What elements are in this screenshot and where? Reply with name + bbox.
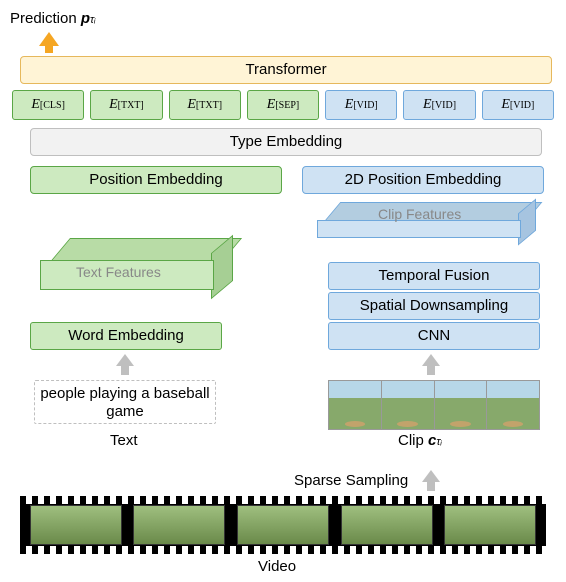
- clip-frame: [329, 381, 382, 429]
- clip-frame: [487, 381, 539, 429]
- diagram-root: Prediction pτᵢ Transformer E[CLS]E[TXT]E…: [10, 10, 556, 572]
- token-vid: E[VID]: [482, 90, 554, 120]
- clip-features-block: Clip Features: [320, 202, 540, 252]
- prediction-subscript: τᵢ: [90, 14, 95, 26]
- arrow-up-icon: [422, 470, 440, 482]
- token-txt: E[TXT]: [169, 90, 241, 120]
- token-sep: E[SEP]: [247, 90, 319, 120]
- film-frame: [237, 505, 329, 545]
- text-features-label: Text Features: [76, 264, 161, 280]
- arrow-up-icon: [116, 354, 134, 366]
- cnn-block: CNN: [328, 322, 540, 350]
- video-filmstrip: [20, 496, 546, 554]
- token-vid: E[VID]: [325, 90, 397, 120]
- temporal-fusion-block: Temporal Fusion: [328, 262, 540, 290]
- transformer-block: Transformer: [20, 56, 552, 84]
- clip-features-label: Clip Features: [378, 206, 461, 222]
- prediction-label: Prediction pτᵢ: [10, 10, 96, 27]
- prediction-label-prefix: Prediction: [10, 10, 81, 27]
- token-vid: E[VID]: [403, 90, 475, 120]
- type-embedding-block: Type Embedding: [30, 128, 542, 156]
- word-embedding-block: Word Embedding: [30, 322, 222, 350]
- film-frame: [341, 505, 433, 545]
- clip-label-prefix: Clip: [398, 432, 428, 449]
- spatial-downsampling-block: Spatial Downsampling: [328, 292, 540, 320]
- clip-subscript: τᵢ: [436, 436, 441, 448]
- film-frame: [133, 505, 225, 545]
- arrow-up-icon: [422, 354, 440, 366]
- clip-frames-row: [328, 380, 540, 430]
- text-features-block: Text Features: [40, 238, 250, 298]
- token-row: E[CLS]E[TXT]E[TXT]E[SEP]E[VID]E[VID]E[VI…: [10, 90, 556, 120]
- 2d-position-embedding-block: 2D Position Embedding: [302, 166, 544, 194]
- prediction-symbol: p: [81, 10, 90, 27]
- token-txt: E[TXT]: [90, 90, 162, 120]
- clip-frame: [382, 381, 435, 429]
- video-label: Video: [258, 558, 296, 575]
- film-frame: [444, 505, 536, 545]
- position-embedding-block: Position Embedding: [30, 166, 282, 194]
- clip-label: Clip cτᵢ: [398, 432, 442, 449]
- token-cls: E[CLS]: [12, 90, 84, 120]
- film-frame: [30, 505, 122, 545]
- clip-frame: [435, 381, 488, 429]
- sparse-sampling-label: Sparse Sampling: [294, 472, 408, 489]
- text-input-box: people playing a baseball game: [34, 380, 216, 424]
- text-label: Text: [110, 432, 138, 449]
- prediction-arrow-icon: [39, 32, 59, 46]
